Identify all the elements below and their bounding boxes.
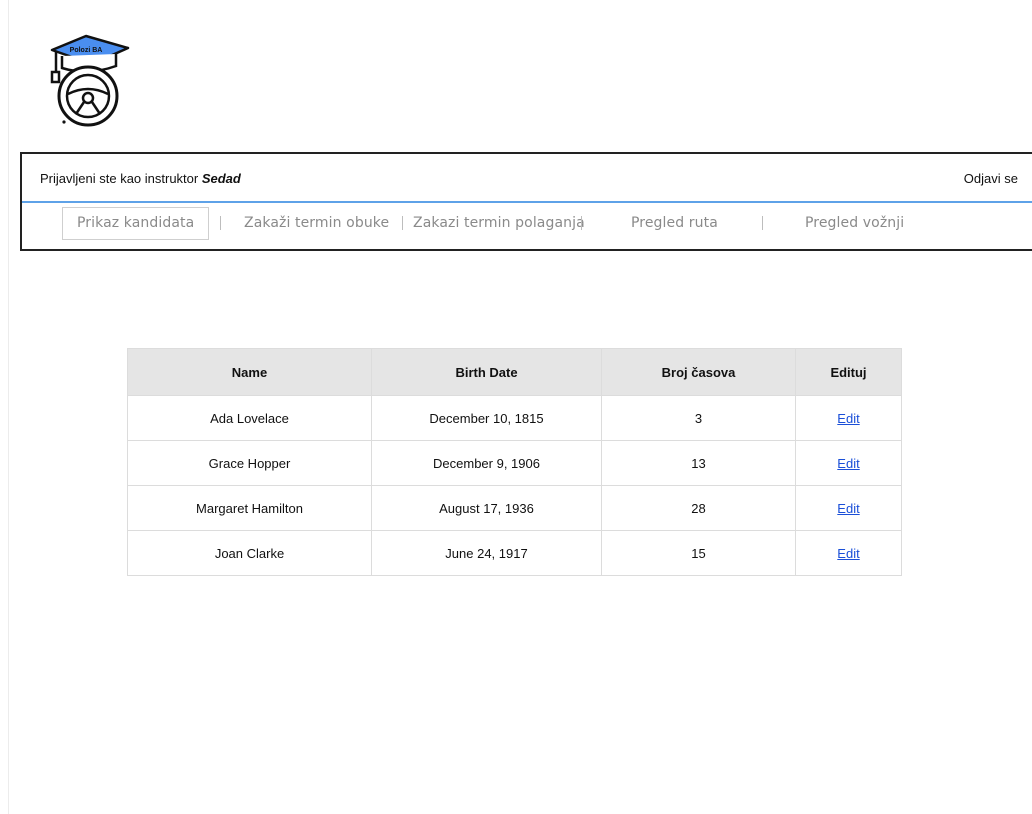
main-nav: Prikaz kandidata Zakaži termin obuke Zak… bbox=[22, 203, 1032, 249]
logo-text: Polozi BA bbox=[70, 47, 103, 54]
table-header-row: Name Birth Date Broj časova Edituj bbox=[127, 348, 902, 396]
cell-name: Margaret Hamilton bbox=[127, 485, 372, 531]
nav-separator bbox=[762, 216, 763, 230]
header-panel: Prijavljeni ste kao instruktor Sedad Odj… bbox=[20, 152, 1032, 251]
cell-name: Grace Hopper bbox=[127, 440, 372, 486]
cell-birth-date: August 17, 1936 bbox=[371, 485, 602, 531]
nav-item-prikaz-kandidata[interactable]: Prikaz kandidata bbox=[62, 207, 210, 240]
edit-link[interactable]: Edit bbox=[837, 411, 859, 426]
nav-separator bbox=[402, 216, 403, 230]
app-logo: Polozi BA bbox=[46, 28, 132, 128]
logout-link[interactable]: Odjavi se bbox=[964, 171, 1018, 186]
cell-edit: Edit bbox=[795, 440, 902, 486]
cell-edit: Edit bbox=[795, 485, 902, 531]
nav-separator bbox=[581, 216, 582, 230]
page-left-border bbox=[8, 0, 9, 814]
cell-birth-date: December 10, 1815 bbox=[371, 395, 602, 441]
cell-birth-date: June 24, 1917 bbox=[371, 530, 602, 576]
nav-item-pregled-voznji[interactable]: Pregled vožnji bbox=[805, 209, 904, 237]
edit-link[interactable]: Edit bbox=[837, 546, 859, 561]
graduation-cap-steering-wheel-logo-icon: Polozi BA bbox=[50, 34, 130, 127]
nav-item-zakazi-termin-obuke[interactable]: Zakaži termin obuke bbox=[244, 209, 389, 237]
column-header-hours: Broj časova bbox=[601, 348, 796, 396]
login-status: Prijavljeni ste kao instruktor Sedad bbox=[40, 171, 241, 186]
column-header-edit: Edituj bbox=[795, 348, 902, 396]
cell-hours: 15 bbox=[601, 530, 796, 576]
cell-edit: Edit bbox=[795, 395, 902, 441]
edit-link[interactable]: Edit bbox=[837, 501, 859, 516]
edit-link[interactable]: Edit bbox=[837, 456, 859, 471]
cell-name: Joan Clarke bbox=[127, 530, 372, 576]
table-row: Joan Clarke June 24, 1917 15 Edit bbox=[127, 530, 902, 576]
column-header-name: Name bbox=[127, 348, 372, 396]
candidates-table: Name Birth Date Broj časova Edituj Ada L… bbox=[127, 348, 902, 576]
cell-edit: Edit bbox=[795, 530, 902, 576]
cell-hours: 13 bbox=[601, 440, 796, 486]
nav-item-zakazi-termin-polaganja[interactable]: Zakazi termin polaganja bbox=[413, 209, 585, 237]
cell-hours: 3 bbox=[601, 395, 796, 441]
nav-separator bbox=[220, 216, 221, 230]
instructor-name: Sedad bbox=[201, 171, 241, 186]
cell-name: Ada Lovelace bbox=[127, 395, 372, 441]
cell-birth-date: December 9, 1906 bbox=[371, 440, 602, 486]
table-row: Margaret Hamilton August 17, 1936 28 Edi… bbox=[127, 485, 902, 531]
table-row: Ada Lovelace December 10, 1815 3 Edit bbox=[127, 395, 902, 441]
login-bar: Prijavljeni ste kao instruktor Sedad Odj… bbox=[22, 154, 1032, 203]
column-header-birth-date: Birth Date bbox=[371, 348, 602, 396]
table-row: Grace Hopper December 9, 1906 13 Edit bbox=[127, 440, 902, 486]
login-prefix: Prijavljeni ste kao instruktor bbox=[40, 171, 202, 186]
nav-item-pregled-ruta[interactable]: Pregled ruta bbox=[631, 209, 718, 237]
cell-hours: 28 bbox=[601, 485, 796, 531]
